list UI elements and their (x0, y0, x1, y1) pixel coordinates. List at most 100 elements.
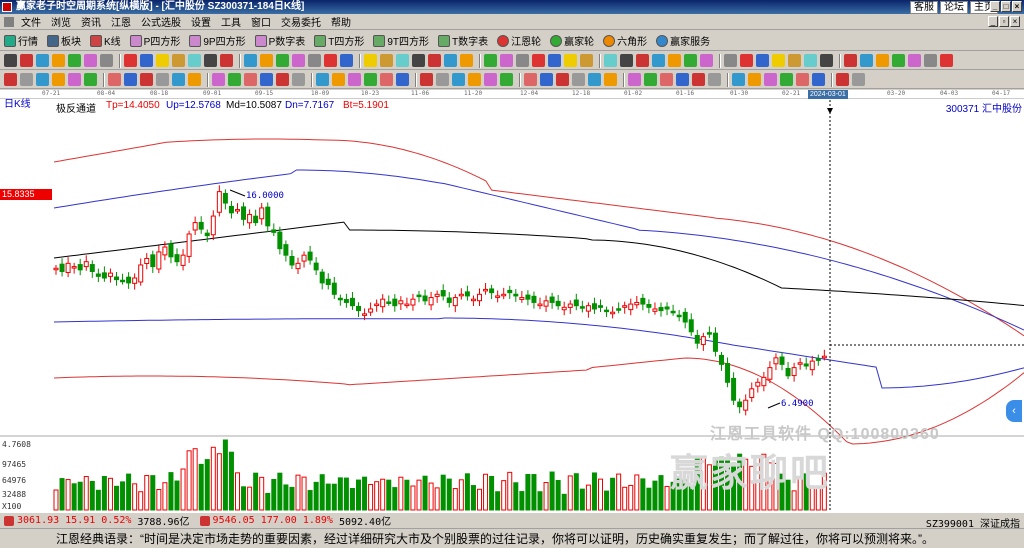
menu-news[interactable]: 资讯 (76, 14, 106, 29)
tool-button-icon[interactable] (140, 73, 153, 86)
tool-button-icon[interactable] (604, 54, 617, 67)
tool-button-icon[interactable] (380, 54, 393, 67)
menu-gann[interactable]: 江恩 (106, 14, 136, 29)
tool-button-icon[interactable] (124, 54, 137, 67)
tool-button-icon[interactable] (652, 54, 665, 67)
tool-button-icon[interactable] (660, 73, 673, 86)
tool-button-icon[interactable] (540, 73, 553, 86)
tool-button-icon[interactable] (36, 54, 49, 67)
tool-button-icon[interactable] (764, 73, 777, 86)
tool-button-icon[interactable] (340, 54, 353, 67)
toolbar-hexagon[interactable]: 六角形 (603, 33, 647, 48)
tool-button-icon[interactable] (68, 54, 81, 67)
tool-button-icon[interactable] (172, 54, 185, 67)
tool-button-icon[interactable] (436, 73, 449, 86)
tool-button-icon[interactable] (4, 73, 17, 86)
tool-button-icon[interactable] (292, 73, 305, 86)
toolbar-winner-wheel[interactable]: 赢家轮 (550, 33, 594, 48)
menu-tools[interactable]: 工具 (216, 14, 246, 29)
tool-button-icon[interactable] (156, 73, 169, 86)
link-forum[interactable]: 论坛 (940, 1, 968, 14)
tool-button-icon[interactable] (188, 73, 201, 86)
tool-button-icon[interactable] (524, 73, 537, 86)
menu-settings[interactable]: 设置 (186, 14, 216, 29)
tool-button-icon[interactable] (260, 54, 273, 67)
tool-button-icon[interactable] (756, 54, 769, 67)
tool-button-icon[interactable] (892, 54, 905, 67)
menu-file[interactable]: 文件 (16, 14, 46, 29)
tool-button-icon[interactable] (68, 73, 81, 86)
menu-help[interactable]: 帮助 (326, 14, 356, 29)
toolbar-sector[interactable]: 板块 (47, 33, 81, 48)
tool-button-icon[interactable] (380, 73, 393, 86)
tool-button-icon[interactable] (876, 54, 889, 67)
tool-button-icon[interactable] (844, 54, 857, 67)
tool-button-icon[interactable] (860, 54, 873, 67)
toolbar-t-table[interactable]: T数字表 (438, 33, 488, 48)
tool-button-icon[interactable] (140, 54, 153, 67)
tool-button-icon[interactable] (172, 73, 185, 86)
tool-button-icon[interactable] (684, 54, 697, 67)
tool-button-icon[interactable] (548, 54, 561, 67)
child-restore-icon[interactable]: ▫ (999, 16, 1009, 27)
tool-button-icon[interactable] (460, 54, 473, 67)
tool-button-icon[interactable] (188, 54, 201, 67)
tool-button-icon[interactable] (20, 73, 33, 86)
menu-browse[interactable]: 浏览 (46, 14, 76, 29)
tool-button-icon[interactable] (84, 54, 97, 67)
tool-button-icon[interactable] (668, 54, 681, 67)
tool-button-icon[interactable] (220, 54, 233, 67)
tool-button-icon[interactable] (940, 54, 953, 67)
tool-button-icon[interactable] (4, 54, 17, 67)
tool-button-icon[interactable] (588, 73, 601, 86)
toolbar-service[interactable]: 赢家服务 (656, 33, 710, 48)
tool-button-icon[interactable] (796, 73, 809, 86)
tool-button-icon[interactable] (420, 73, 433, 86)
tool-button-icon[interactable] (260, 73, 273, 86)
tool-button-icon[interactable] (412, 54, 425, 67)
tool-button-icon[interactable] (572, 73, 585, 86)
tool-button-icon[interactable] (428, 54, 441, 67)
toolbar-kline[interactable]: K线 (90, 33, 121, 48)
tool-button-icon[interactable] (124, 73, 137, 86)
toolbar-quotes[interactable]: 行情 (4, 33, 38, 48)
tool-button-icon[interactable] (604, 73, 617, 86)
tool-button-icon[interactable] (852, 73, 865, 86)
tool-button-icon[interactable] (36, 73, 49, 86)
tool-button-icon[interactable] (812, 73, 825, 86)
tool-button-icon[interactable] (780, 73, 793, 86)
tool-button-icon[interactable] (692, 73, 705, 86)
tool-button-icon[interactable] (564, 54, 577, 67)
tool-button-icon[interactable] (396, 54, 409, 67)
tool-button-icon[interactable] (316, 73, 329, 86)
tool-button-icon[interactable] (732, 73, 745, 86)
tool-button-icon[interactable] (212, 73, 225, 86)
tool-button-icon[interactable] (308, 54, 321, 67)
tool-button-icon[interactable] (20, 54, 33, 67)
tool-button-icon[interactable] (348, 73, 361, 86)
tool-button-icon[interactable] (444, 54, 457, 67)
toolbar-9t-square[interactable]: 9T四方形 (373, 33, 429, 48)
tool-button-icon[interactable] (908, 54, 921, 67)
toolbar-p-square[interactable]: P四方形 (129, 33, 180, 48)
kline-chart[interactable]: 16.0000 6.4900 (0, 90, 1024, 512)
side-expand-icon[interactable]: ‹ (1006, 400, 1022, 422)
tool-button-icon[interactable] (52, 54, 65, 67)
tool-button-icon[interactable] (580, 54, 593, 67)
tool-button-icon[interactable] (636, 54, 649, 67)
tool-button-icon[interactable] (772, 54, 785, 67)
tool-button-icon[interactable] (740, 54, 753, 67)
minimize-icon[interactable]: _ (990, 1, 1000, 12)
tool-button-icon[interactable] (364, 73, 377, 86)
tool-button-icon[interactable] (396, 73, 409, 86)
tool-button-icon[interactable] (500, 73, 513, 86)
tool-button-icon[interactable] (276, 54, 289, 67)
menu-trade[interactable]: 交易委托 (276, 14, 326, 29)
tool-button-icon[interactable] (244, 54, 257, 67)
toolbar-t-square[interactable]: T四方形 (314, 33, 364, 48)
tool-button-icon[interactable] (676, 73, 689, 86)
chart-area[interactable]: 07-21 08-04 08-18 09-01 09-15 10-09 10-23 11-06… (0, 90, 1024, 512)
tool-button-icon[interactable] (156, 54, 169, 67)
link-service[interactable]: 客服 (910, 1, 938, 14)
tool-button-icon[interactable] (924, 54, 937, 67)
